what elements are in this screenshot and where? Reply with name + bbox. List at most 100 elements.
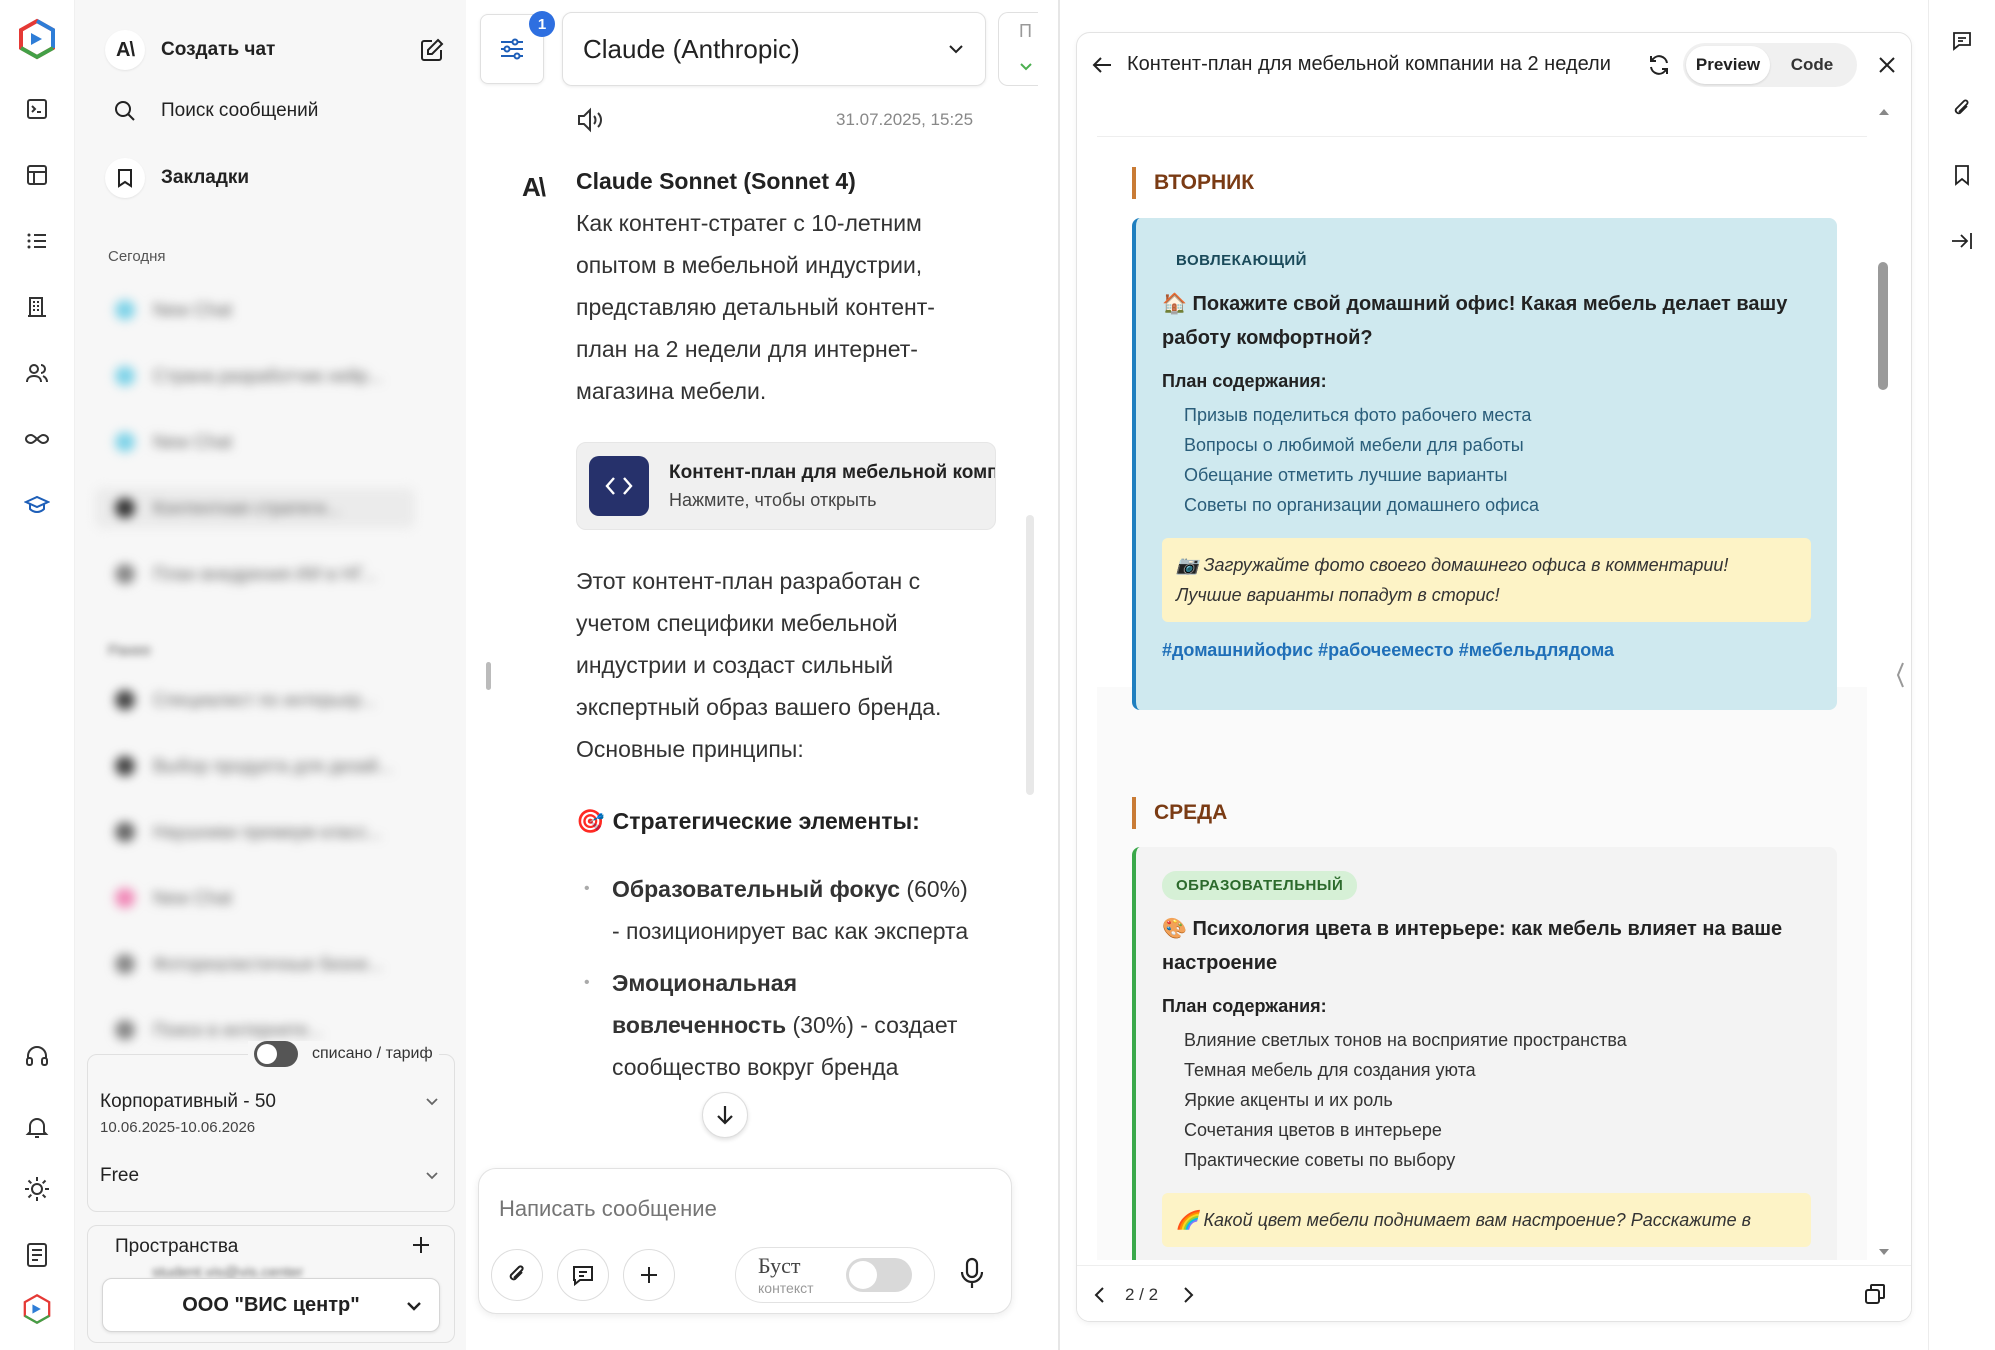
- artifact-card[interactable]: Контент-план для мебельной компании на 2…: [576, 442, 996, 530]
- history-item[interactable]: New Chat: [105, 878, 410, 918]
- org-chevron-icon: [405, 1297, 423, 1315]
- history-item[interactable]: Наушники премиум класс...: [105, 812, 410, 852]
- history-item-label: План внедрения ИИ в НГ...: [153, 563, 377, 584]
- search-icon: [105, 100, 145, 122]
- collapse-handle-icon[interactable]: [1895, 661, 1905, 689]
- search-messages-button[interactable]: Поиск сообщений: [105, 100, 318, 122]
- bullet-bold: Эмоциональная вовлеченность: [612, 970, 797, 1038]
- refresh-icon[interactable]: [1647, 53, 1671, 77]
- comment-icon[interactable]: [1943, 22, 1981, 60]
- sun-icon[interactable]: [18, 1170, 56, 1208]
- filter-button[interactable]: 1: [480, 11, 555, 84]
- list-item: Темная мебель для создания уюта: [1184, 1060, 1476, 1080]
- bookmark-icon[interactable]: [1943, 156, 1981, 194]
- category-tag: ВОВЛЕКАЮЩИЙ: [1162, 246, 1321, 275]
- toggle-switch[interactable]: [254, 1041, 298, 1067]
- section-heading: 🎯 Стратегические элементы:: [576, 808, 920, 835]
- list-icon[interactable]: [18, 222, 56, 260]
- brand-logo-icon: [18, 1290, 56, 1328]
- document-icon[interactable]: [18, 1236, 56, 1274]
- headset-icon[interactable]: [18, 1038, 56, 1076]
- plan-box: списано / тариф Корпоративный - 50 10.06…: [87, 1041, 455, 1212]
- microphone-icon[interactable]: [959, 1257, 985, 1291]
- tab-preview[interactable]: Preview: [1686, 46, 1770, 84]
- note-box: 🌈 Какой цвет мебели поднимает вам настро…: [1162, 1193, 1811, 1247]
- section-today: Сегодня: [108, 248, 166, 265]
- history-item-label: Выбор продукта для дизай...: [153, 755, 393, 776]
- model-select[interactable]: Claude (Anthropic): [562, 12, 986, 86]
- org-label: ООО "ВИС центр": [182, 1293, 360, 1316]
- day-card: ВОВЛЕКАЮЩИЙ 🏠 Покажите свой домашний офи…: [1132, 218, 1837, 710]
- chat-scrollbar[interactable]: [1026, 515, 1034, 795]
- boost-switch[interactable]: [846, 1258, 912, 1292]
- history-item-label: Поиск в интернете...: [153, 1019, 323, 1040]
- billing-toggle[interactable]: списано / тариф: [248, 1041, 439, 1067]
- building-icon[interactable]: [18, 288, 56, 326]
- scroll-thumb[interactable]: [1878, 262, 1888, 390]
- artifact-preview: ВТОРНИК ВОВЛЕКАЮЩИЙ 🏠 Покажите свой дома…: [1097, 103, 1867, 1260]
- new-chat-button[interactable]: A\ Создать чат: [105, 30, 445, 70]
- app-logo-icon[interactable]: [16, 18, 58, 60]
- history-item[interactable]: Фотореалистичные бизне...: [105, 944, 410, 984]
- speaker-icon[interactable]: [576, 106, 606, 134]
- bullet-list: • Образовательный фокус (60%) - позициони…: [584, 868, 972, 1088]
- history-item[interactable]: New Chat: [105, 290, 410, 330]
- model-select-2[interactable]: П: [998, 12, 1038, 86]
- add-space-icon[interactable]: [410, 1234, 432, 1256]
- history-item[interactable]: Страна разработчик нейр...: [105, 356, 410, 396]
- free-chevron-icon[interactable]: [424, 1167, 440, 1183]
- history-item[interactable]: New Chat: [105, 422, 410, 462]
- prev-page-icon[interactable]: [1093, 1286, 1105, 1304]
- list-item: Обещание отметить лучшие варианты: [1184, 465, 1508, 485]
- history-item[interactable]: Контентная стратеги...: [95, 488, 415, 528]
- artifact-title: Контент-план для мебельной компании на 2…: [1127, 53, 1611, 75]
- paperclip-icon: [507, 1263, 527, 1287]
- camera-icon: 📷: [1176, 555, 1199, 575]
- second-paragraph: Этот контент-план разработан с учетом сп…: [576, 568, 942, 762]
- education-icon[interactable]: [18, 486, 56, 524]
- bell-icon[interactable]: [18, 1108, 56, 1146]
- scroll-up-icon[interactable]: [1879, 107, 1889, 117]
- plus-icon: [638, 1264, 660, 1286]
- add-button[interactable]: [623, 1249, 675, 1301]
- boost-toggle[interactable]: Буст контекст: [735, 1247, 935, 1303]
- preview-scrollbar[interactable]: [1877, 107, 1889, 1257]
- sliders-icon: [498, 35, 526, 63]
- message-input[interactable]: [499, 1191, 979, 1227]
- history-item-label: Контентная стратеги...: [153, 497, 341, 518]
- history-item[interactable]: Специалист по интерьер...: [105, 680, 410, 720]
- plan-free[interactable]: Free: [100, 1165, 139, 1187]
- plan-chevron-icon[interactable]: [424, 1093, 440, 1109]
- prompt-button[interactable]: [557, 1249, 609, 1301]
- tab-code[interactable]: Code: [1770, 46, 1854, 84]
- back-arrow-icon[interactable]: [1091, 55, 1113, 75]
- resize-handle[interactable]: [486, 662, 491, 690]
- history-item-label: New Chat: [153, 431, 233, 452]
- attach-button[interactable]: [491, 1249, 543, 1301]
- bookmarks-label: Закладки: [161, 167, 250, 188]
- paperclip-icon[interactable]: [1943, 90, 1981, 128]
- spaces-title: Пространства: [115, 1236, 239, 1257]
- collapse-panel-icon[interactable]: [1943, 222, 1981, 260]
- history-item-label: Специалист по интерьер...: [153, 689, 377, 710]
- terminal-icon[interactable]: [18, 90, 56, 128]
- close-icon[interactable]: [1877, 55, 1897, 75]
- bookmarks-button[interactable]: Закладки: [105, 158, 249, 198]
- note-text: Загружайте фото своего домашнего офиса в…: [1176, 555, 1729, 605]
- section-earlier: Ранее: [108, 642, 151, 659]
- history-item[interactable]: Выбор продукта для дизай...: [105, 746, 410, 786]
- next-page-icon[interactable]: [1183, 1286, 1195, 1304]
- scroll-down-button[interactable]: [702, 1092, 748, 1138]
- palette-icon: 🎨: [1162, 918, 1187, 940]
- edit-icon[interactable]: [419, 37, 445, 63]
- plan-name: Корпоративный - 50: [100, 1091, 276, 1112]
- users-icon[interactable]: [18, 354, 56, 392]
- copy-icon[interactable]: [1863, 1282, 1887, 1306]
- infinity-icon[interactable]: [18, 420, 56, 458]
- note-text: Какой цвет мебели поднимает вам настроен…: [1203, 1210, 1752, 1230]
- composer: Буст контекст: [478, 1168, 1012, 1314]
- org-select[interactable]: ООО "ВИС центр": [102, 1278, 440, 1332]
- scroll-down-icon[interactable]: [1879, 1247, 1889, 1257]
- history-item[interactable]: План внедрения ИИ в НГ...: [105, 554, 410, 594]
- layout-icon[interactable]: [18, 156, 56, 194]
